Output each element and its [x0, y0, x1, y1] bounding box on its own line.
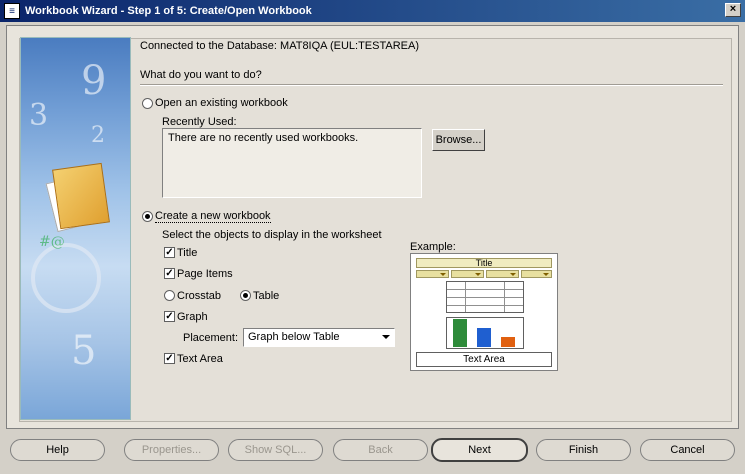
- example-page-item: [416, 270, 449, 278]
- table-gridline: [447, 305, 523, 306]
- table-gridline: [447, 297, 523, 298]
- text-area-checkbox[interactable]: ✓: [164, 353, 175, 364]
- open-existing-label[interactable]: Open an existing workbook: [155, 97, 288, 109]
- example-page-item: [521, 270, 552, 278]
- digit-decoration: 5: [71, 328, 97, 374]
- properties-button[interactable]: Properties...: [124, 439, 219, 461]
- example-label: Example:: [410, 241, 456, 253]
- title-checkbox-label[interactable]: Title: [177, 247, 197, 259]
- help-button[interactable]: Help: [10, 439, 105, 461]
- example-text-area: Text Area: [416, 352, 552, 367]
- graph-bar: [477, 328, 491, 347]
- separator: [140, 84, 723, 86]
- table-radio[interactable]: [240, 290, 251, 301]
- finish-button[interactable]: Finish: [536, 439, 631, 461]
- graph-bar: [453, 319, 467, 347]
- digit-decoration: 3: [29, 98, 49, 133]
- cancel-button[interactable]: Cancel: [640, 439, 735, 461]
- title-checkbox[interactable]: ✓: [164, 247, 175, 258]
- example-preview: Title Text Area: [410, 253, 558, 371]
- graph-bar: [501, 337, 515, 347]
- create-new-label[interactable]: Create a new workbook: [155, 210, 271, 223]
- text-area-checkbox-label[interactable]: Text Area: [177, 353, 223, 365]
- page-items-checkbox[interactable]: ✓: [164, 268, 175, 279]
- table-gridline: [465, 282, 466, 312]
- back-button[interactable]: Back: [333, 439, 428, 461]
- table-gridline: [504, 282, 505, 312]
- page-items-checkbox-label[interactable]: Page Items: [177, 268, 233, 280]
- example-page-item: [486, 270, 519, 278]
- folder-icon: [52, 162, 110, 230]
- example-graph: [446, 317, 524, 349]
- chevron-down-icon[interactable]: [382, 335, 390, 339]
- crosstab-label[interactable]: Crosstab: [177, 290, 221, 302]
- select-objects-label: Select the objects to display in the wor…: [162, 229, 382, 241]
- digit-decoration: 2: [91, 123, 105, 148]
- placement-label: Placement:: [183, 332, 239, 344]
- example-page-item: [451, 270, 484, 278]
- magnifier-icon: [31, 243, 101, 313]
- browse-button[interactable]: Browse...: [432, 129, 485, 151]
- list-item: There are no recently used workbooks.: [168, 132, 359, 144]
- window-title: Workbook Wizard - Step 1 of 5: Create/Op…: [25, 5, 312, 17]
- question-label: What do you want to do?: [140, 69, 262, 81]
- open-existing-radio[interactable]: [142, 98, 153, 109]
- create-new-radio[interactable]: [142, 211, 153, 222]
- recently-used-list[interactable]: There are no recently used workbooks.: [162, 128, 422, 198]
- crosstab-radio[interactable]: [164, 290, 175, 301]
- digit-decoration: 9: [81, 58, 107, 104]
- table-gridline: [447, 289, 523, 290]
- window-titlebar: ≡ Workbook Wizard - Step 1 of 5: Create/…: [0, 0, 745, 22]
- example-table: [446, 281, 524, 313]
- table-label[interactable]: Table: [253, 290, 279, 302]
- recently-used-label: Recently Used:: [162, 116, 237, 128]
- graph-checkbox-label[interactable]: Graph: [177, 311, 208, 323]
- placement-select[interactable]: Graph below Table: [243, 328, 395, 347]
- connection-label: Connected to the Database: MAT8IQA (EUL:…: [140, 40, 419, 52]
- graph-checkbox[interactable]: ✓: [164, 311, 175, 322]
- placement-value: Graph below Table: [248, 331, 340, 343]
- close-button[interactable]: ×: [725, 3, 741, 17]
- example-title: Title: [416, 258, 552, 268]
- at-sign-decoration: #@: [39, 234, 65, 250]
- app-icon: ≡: [4, 3, 20, 19]
- next-button[interactable]: Next: [431, 438, 528, 462]
- show-sql-button[interactable]: Show SQL...: [228, 439, 323, 461]
- wizard-side-image: 9 3 2 #@ 5: [20, 37, 131, 420]
